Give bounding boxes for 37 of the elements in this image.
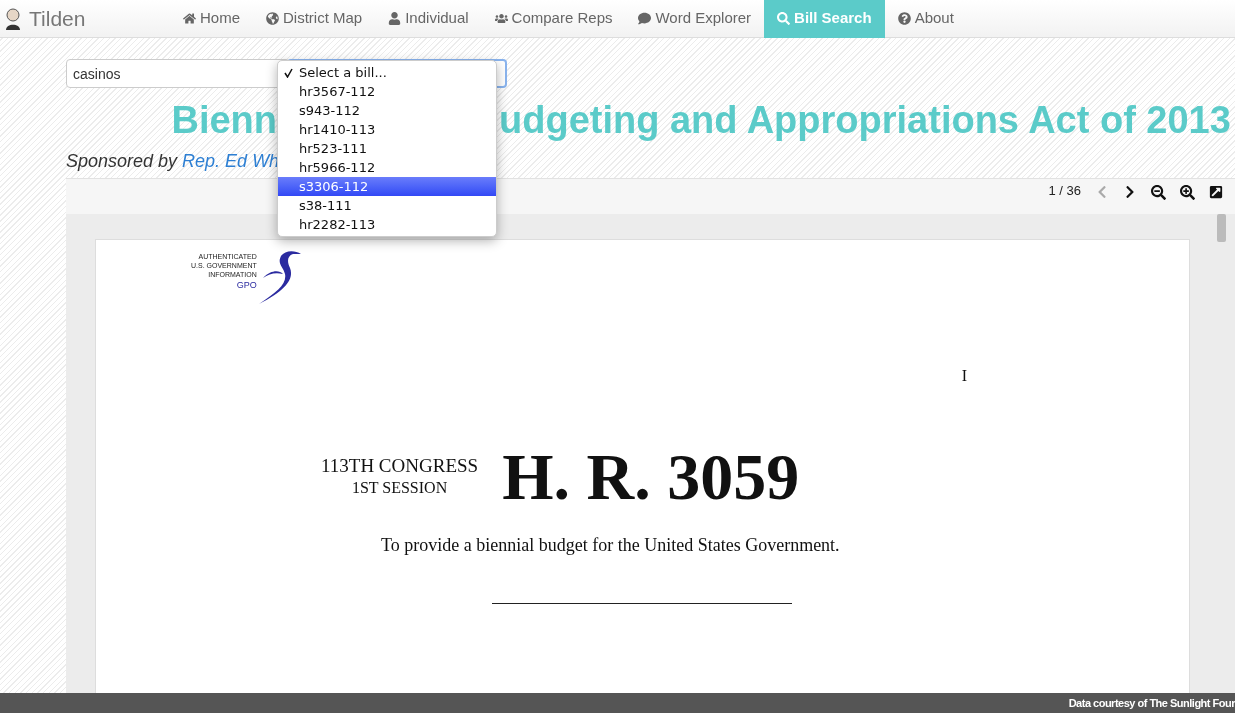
dropdown-option[interactable]: hr523-111 <box>278 139 496 158</box>
search-field[interactable]: casinos <box>66 59 290 88</box>
dropdown-option[interactable]: hr5966-112 <box>278 158 496 177</box>
bill-title: Bienn <box>171 97 277 143</box>
user-icon <box>388 12 402 25</box>
zoom-out-icon[interactable] <box>1151 185 1166 200</box>
session-label: 1ST SESSION <box>351 478 448 498</box>
bill-title: udgeting and Appropriations Act of 2013 <box>499 97 1231 143</box>
home-icon <box>183 12 196 25</box>
fullscreen-icon[interactable] <box>1209 185 1223 199</box>
speech-bubble-icon <box>638 12 652 25</box>
dropdown-option[interactable]: s3306-112 <box>278 177 496 196</box>
page-counter: 1 / 36 <box>1048 182 1081 200</box>
page-numeral: I <box>961 366 967 386</box>
nav-tab[interactable]: About <box>884 0 967 38</box>
question-icon <box>897 12 911 25</box>
scrollbar-thumb[interactable] <box>1217 214 1226 242</box>
avatar-icon <box>5 7 21 30</box>
bill-number: H. R. 3059 <box>502 442 800 512</box>
nav-tab[interactable]: Individual <box>375 0 482 38</box>
footer-credit: Data courtesy of The Sunlight Four <box>1068 695 1235 711</box>
nav-tab[interactable]: District Map <box>253 0 376 38</box>
dropdown-option[interactable]: hr2282-113 <box>278 215 496 234</box>
brand-name[interactable]: Tilden <box>29 2 86 35</box>
nav-tab[interactable]: Word Explorer <box>625 0 765 38</box>
bill-purpose: To provide a biennial budget for the United States Government. <box>380 534 841 557</box>
nav-tab[interactable]: Compare Reps <box>481 0 626 38</box>
logo-mark: GPO <box>236 281 257 290</box>
globe-icon <box>266 12 279 25</box>
dropdown-option[interactable]: s943-112 <box>278 101 496 120</box>
users-icon <box>494 12 508 25</box>
search-icon <box>777 12 791 25</box>
dropdown-option[interactable]: s38-111 <box>278 196 496 215</box>
congress-label: 113TH CONGRESS <box>321 455 479 477</box>
zoom-in-icon[interactable] <box>1180 185 1195 200</box>
nav-tab[interactable]: Home <box>170 0 253 38</box>
dropdown-option[interactable]: hr1410-113 <box>278 120 496 139</box>
